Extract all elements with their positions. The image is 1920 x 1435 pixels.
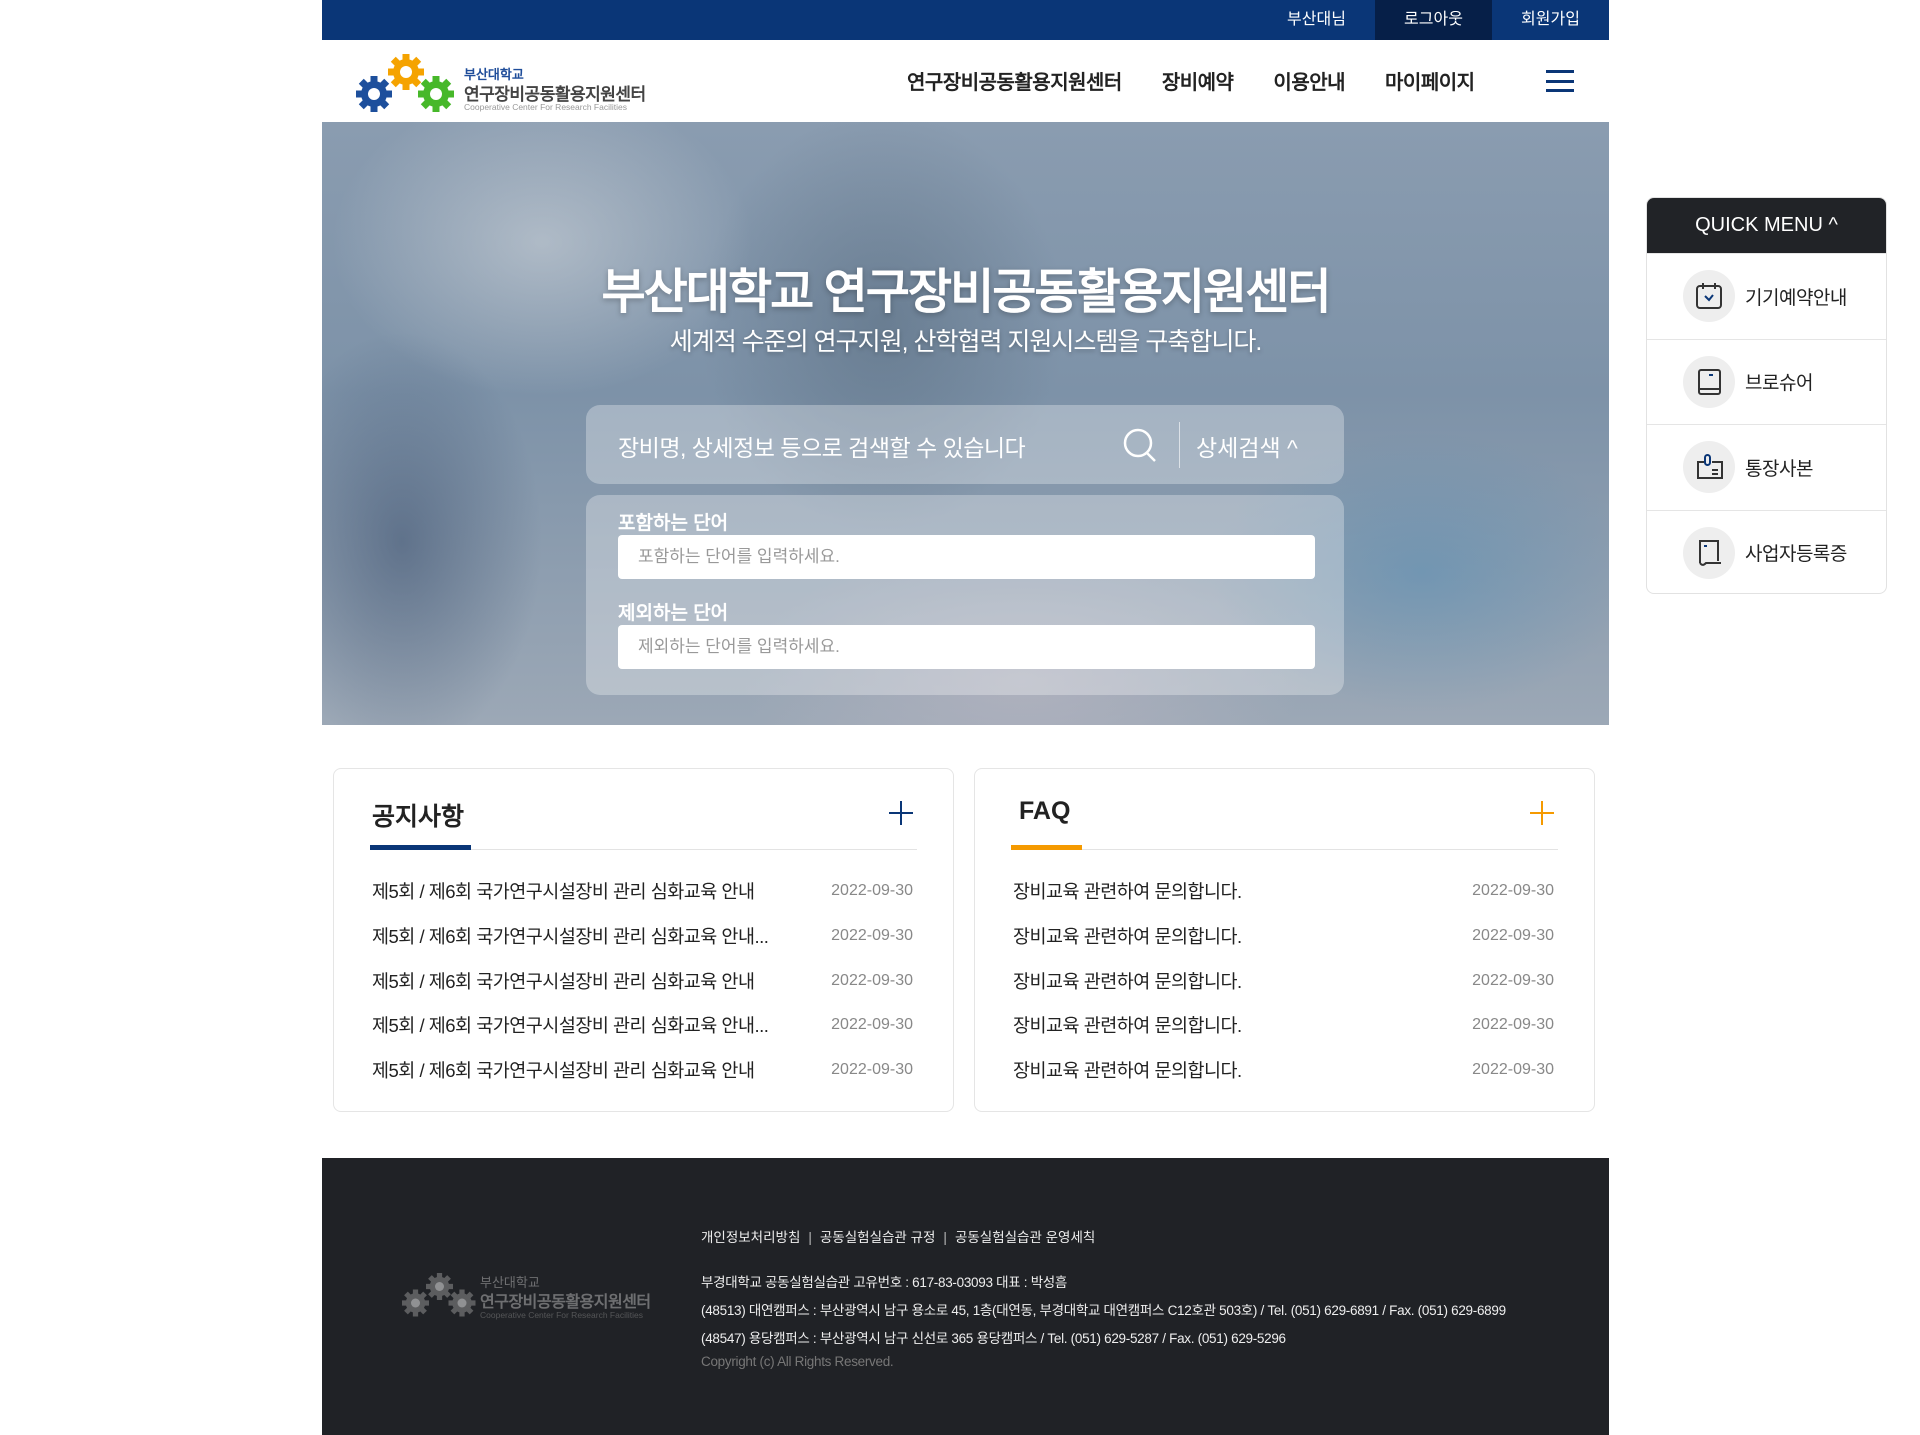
advanced-search-toggle[interactable]: 상세검색 ^ bbox=[1196, 429, 1298, 463]
search-bar: 장비명, 상세정보 등으로 검색할 수 있습니다 상세검색 ^ bbox=[586, 405, 1344, 484]
header: 부산대학교 연구장비공동활용지원센터 Cooperative Center Fo… bbox=[322, 40, 1609, 122]
notice-item[interactable]: 제5회 / 제6회 국가연구시설장비 관리 심화교육 안내 2022-09-30 bbox=[372, 1048, 913, 1093]
nav-center[interactable]: 연구장비공동활용지원센터 bbox=[907, 66, 1122, 95]
site-logo[interactable]: 부산대학교 연구장비공동활용지원센터 Cooperative Center Fo… bbox=[356, 50, 656, 114]
notice-item-date: 2022-09-30 bbox=[831, 882, 913, 900]
notice-item-date: 2022-09-30 bbox=[831, 1061, 913, 1079]
notice-item[interactable]: 제5회 / 제6회 국가연구시설장비 관리 심화교육 안내 2022-09-30 bbox=[372, 869, 913, 914]
notice-item-title: 제5회 / 제6회 국가연구시설장비 관리 심화교육 안내... bbox=[372, 926, 769, 948]
include-words-input[interactable] bbox=[618, 535, 1315, 579]
notice-item-date: 2022-09-30 bbox=[831, 971, 913, 989]
notice-item-title: 제5회 / 제6회 국가연구시설장비 관리 심화교육 안내... bbox=[372, 1015, 769, 1037]
footer-links: 개인정보처리방침 | 공동실험실습관 규정 | 공동실험실습관 운영세칙 bbox=[701, 1230, 1096, 1245]
lab-regulations-link[interactable]: 공동실험실습관 규정 bbox=[820, 1230, 936, 1245]
search-icon[interactable] bbox=[1120, 425, 1160, 465]
notice-title: 공지사항 bbox=[372, 803, 465, 831]
faq-more-plus-icon[interactable] bbox=[1530, 801, 1554, 825]
hero-subtitle: 세계적 수준의 연구지원, 산학협력 지원시스템을 구축합니다. bbox=[669, 328, 1263, 356]
search-input[interactable]: 장비명, 상세정보 등으로 검색할 수 있습니다 bbox=[618, 429, 1026, 463]
notice-item[interactable]: 제5회 / 제6회 국가연구시설장비 관리 심화교육 안내... 2022-09-… bbox=[372, 914, 913, 959]
faq-item[interactable]: 장비교육 관련하여 문의합니다. 2022-09-30 bbox=[1013, 869, 1554, 914]
notice-item-date: 2022-09-30 bbox=[831, 927, 913, 945]
exclude-words-input[interactable] bbox=[618, 625, 1315, 669]
footer-logo-english-name: Cooperative Center For Research Faciliti… bbox=[480, 1310, 643, 1320]
notice-item-date: 2022-09-30 bbox=[831, 1016, 913, 1034]
hero-banner: 부산대학교 연구장비공동활용지원센터 세계적 수준의 연구지원, 산학협력 지원… bbox=[322, 122, 1609, 725]
faq-item-title: 장비교육 관련하여 문의합니다. bbox=[1013, 970, 1242, 992]
footer-logo: 부산대학교 연구장비공동활용지원센터 Cooperative Center Fo… bbox=[402, 1270, 662, 1330]
faq-item-title: 장비교육 관련하여 문의합니다. bbox=[1013, 926, 1242, 948]
notice-item[interactable]: 제5회 / 제6회 국가연구시설장비 관리 심화교육 안내... 2022-09-… bbox=[372, 1003, 913, 1048]
divider bbox=[1011, 849, 1558, 850]
user-name-link[interactable]: 부산대님 bbox=[1258, 0, 1375, 40]
quick-item-label: 기기예약안내 bbox=[1745, 287, 1847, 309]
faq-item[interactable]: 장비교육 관련하여 문의합니다. 2022-09-30 bbox=[1013, 1048, 1554, 1093]
faq-item[interactable]: 장비교육 관련하여 문의합니다. 2022-09-30 bbox=[1013, 914, 1554, 959]
footer: 부산대학교 연구장비공동활용지원센터 Cooperative Center Fo… bbox=[322, 1158, 1609, 1435]
quick-menu-toggle[interactable]: QUICK MENU ^ bbox=[1647, 198, 1886, 253]
notice-item-title: 제5회 / 제6회 국가연구시설장비 관리 심화교육 안내 bbox=[372, 881, 755, 903]
quick-item-brochure[interactable]: 브로슈어 bbox=[1647, 338, 1886, 425]
faq-item-title: 장비교육 관련하여 문의합니다. bbox=[1013, 1060, 1242, 1082]
footer-logo-center-name: 연구장비공동활용지원센터 bbox=[480, 1294, 651, 1311]
nav-mypage[interactable]: 마이페이지 bbox=[1385, 66, 1475, 95]
lab-operation-rules-link[interactable]: 공동실험실습관 운영세칙 bbox=[955, 1230, 1095, 1245]
quick-item-bankbook[interactable]: 통장사본 bbox=[1647, 424, 1886, 510]
faq-item-title: 장비교육 관련하여 문의합니다. bbox=[1013, 881, 1242, 903]
signup-link[interactable]: 회원가입 bbox=[1492, 0, 1609, 40]
notice-item-title: 제5회 / 제6회 국가연구시설장비 관리 심화교육 안내 bbox=[372, 1060, 755, 1082]
divider bbox=[1179, 422, 1180, 468]
faq-item-date: 2022-09-30 bbox=[1472, 882, 1554, 900]
privacy-policy-link[interactable]: 개인정보처리방침 bbox=[701, 1230, 800, 1245]
hamburger-menu-icon[interactable] bbox=[1546, 70, 1574, 92]
faq-item-title: 장비교육 관련하여 문의합니다. bbox=[1013, 1015, 1242, 1037]
notice-title-underline bbox=[370, 845, 471, 850]
footer-business-info: 부경대학교 공동실험실습관 고유번호 : 617-83-03093 대표 : 박… bbox=[701, 1275, 1068, 1290]
notice-board: 공지사항 제5회 / 제6회 국가연구시설장비 관리 심화교육 안내 2022-0… bbox=[333, 768, 954, 1112]
hero-title: 부산대학교 연구장비공동활용지원센터 bbox=[601, 266, 1331, 319]
exclude-label: 제외하는 단어 bbox=[618, 603, 729, 624]
faq-item[interactable]: 장비교육 관련하여 문의합니다. 2022-09-30 bbox=[1013, 1003, 1554, 1048]
quick-item-label: 사업자등록증 bbox=[1745, 544, 1847, 566]
faq-item-date: 2022-09-30 bbox=[1472, 971, 1554, 989]
top-utility-bar: 부산대님 로그아웃 회원가입 bbox=[322, 0, 1609, 40]
nav-guide[interactable]: 이용안내 bbox=[1273, 66, 1345, 95]
faq-item[interactable]: 장비교육 관련하여 문의합니다. 2022-09-30 bbox=[1013, 958, 1554, 1003]
notice-more-plus-icon[interactable] bbox=[889, 801, 913, 825]
faq-item-date: 2022-09-30 bbox=[1472, 1016, 1554, 1034]
gear-logo-icon bbox=[356, 54, 454, 112]
footer-yongdang-address: (48547) 용당캠퍼스 : 부산광역시 남구 신선로 365 용당캠퍼스 /… bbox=[701, 1331, 1286, 1346]
calendar-check-icon bbox=[1683, 270, 1735, 323]
copyright: Copyright (c) All Rights Reserved. bbox=[701, 1354, 894, 1369]
quick-item-business-registration[interactable]: 사업자등록증 bbox=[1647, 509, 1886, 594]
bankbook-icon bbox=[1683, 441, 1735, 494]
faq-title-underline bbox=[1011, 845, 1082, 850]
logout-link[interactable]: 로그아웃 bbox=[1375, 0, 1492, 40]
notice-item[interactable]: 제5회 / 제6회 국가연구시설장비 관리 심화교육 안내 2022-09-30 bbox=[372, 958, 913, 1003]
include-label: 포함하는 단어 bbox=[618, 513, 729, 534]
faq-item-date: 2022-09-30 bbox=[1472, 927, 1554, 945]
advanced-search-panel: 포함하는 단어 제외하는 단어 bbox=[586, 495, 1344, 695]
notice-item-title: 제5회 / 제6회 국가연구시설장비 관리 심화교육 안내 bbox=[372, 970, 755, 992]
faq-title: FAQ bbox=[1019, 797, 1071, 825]
gear-logo-icon bbox=[402, 1273, 476, 1317]
nav-reservation[interactable]: 장비예약 bbox=[1162, 66, 1234, 95]
footer-daeyeon-address: (48513) 대연캠퍼스 : 부산광역시 남구 용소로 45, 1층(대연동,… bbox=[701, 1303, 1506, 1318]
main-nav: 연구장비공동활용지원센터 장비예약 이용안내 마이페이지 bbox=[907, 66, 1475, 95]
quick-item-label: 브로슈어 bbox=[1745, 373, 1813, 395]
faq-item-date: 2022-09-30 bbox=[1472, 1061, 1554, 1079]
quick-item-reservation-guide[interactable]: 기기예약안내 bbox=[1647, 253, 1886, 339]
book-icon bbox=[1683, 355, 1735, 408]
quick-menu: QUICK MENU ^ 기기예약안내 브로슈어 통장사본 사업자등록증 bbox=[1646, 197, 1887, 594]
quick-item-label: 통장사본 bbox=[1745, 458, 1813, 480]
logo-english-name: Cooperative Center For Research Faciliti… bbox=[464, 102, 627, 112]
faq-board: FAQ 장비교육 관련하여 문의합니다. 2022-09-30 장비교육 관련하여… bbox=[974, 768, 1595, 1112]
certificate-icon bbox=[1683, 526, 1735, 579]
